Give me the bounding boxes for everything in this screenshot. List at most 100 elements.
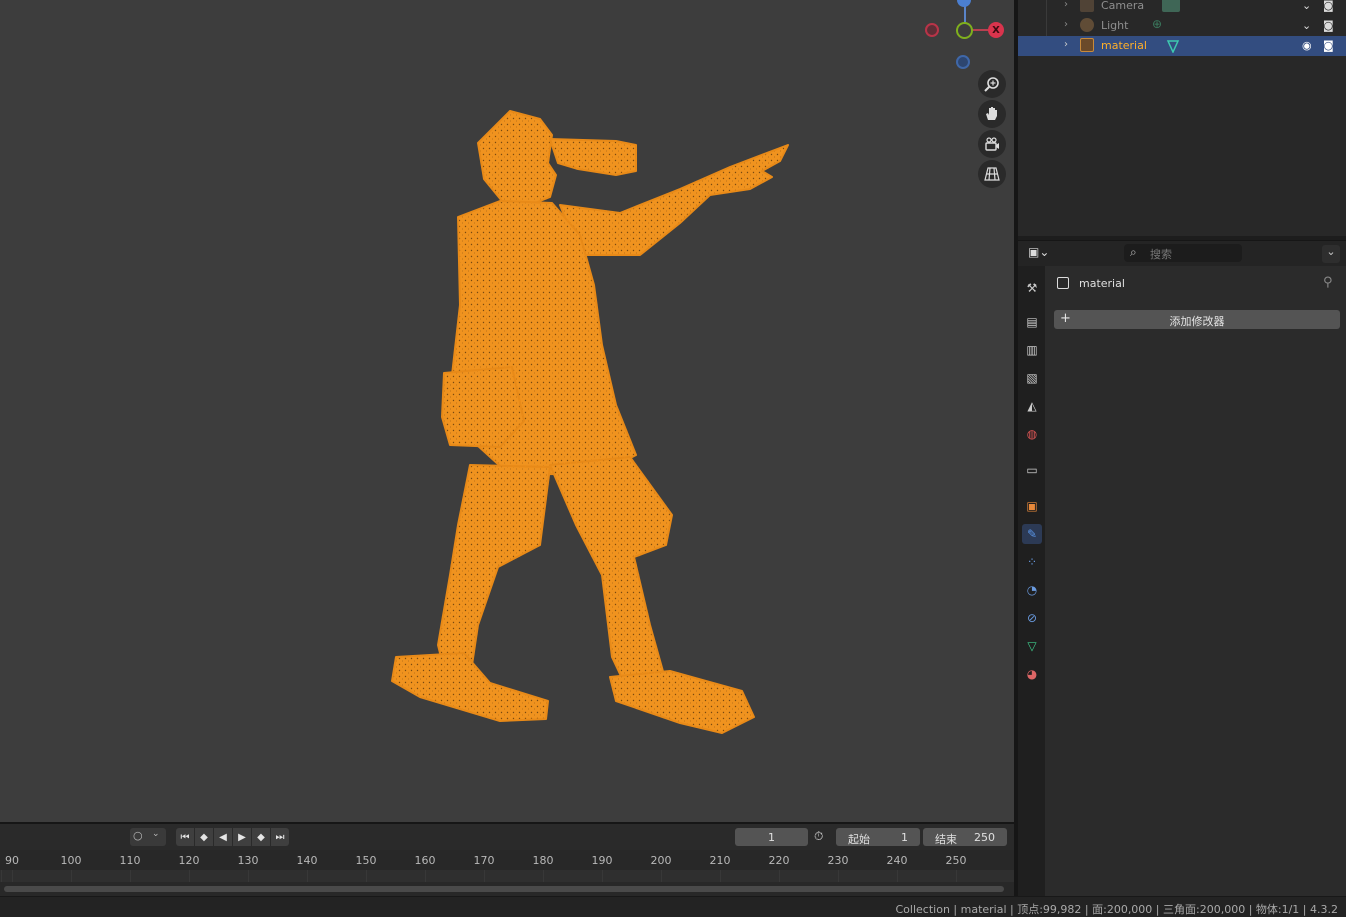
start-frame-field[interactable]: 起始 1 (836, 828, 920, 846)
frame-ruler[interactable]: 90 100 110 120 130 140 150 160 170 180 1… (0, 850, 1014, 870)
mesh-data-icon (1166, 40, 1180, 53)
expand-arrow-icon[interactable]: › (1064, 0, 1068, 10)
frame-tick: 220 (768, 854, 790, 867)
gizmo-z-axis[interactable] (957, 0, 971, 7)
scene-icon[interactable]: ◭ (1022, 396, 1042, 416)
search-icon: ⌕ (1130, 245, 1137, 259)
gizmo-neg-z-axis[interactable] (956, 55, 970, 69)
constraints-icon[interactable]: ⊘ (1022, 608, 1042, 628)
material-icon[interactable]: ◕ (1022, 664, 1042, 684)
jump-start-button[interactable]: ⏮ (176, 828, 194, 846)
status-bar: Collection | material | 顶点:99,982 | 面:20… (0, 896, 1346, 917)
view-layer-icon[interactable]: ▧ (1022, 368, 1042, 388)
start-frame-value: 1 (901, 831, 908, 844)
expand-arrow-icon[interactable]: › (1064, 39, 1068, 50)
zoom-icon (984, 77, 999, 92)
add-modifier-button[interactable]: + 添加修改器 (1054, 310, 1340, 329)
horizontal-scrollbar[interactable] (4, 886, 1004, 892)
frame-tick: 100 (60, 854, 82, 867)
frame-tick: 150 (355, 854, 377, 867)
object-name-label: material (1079, 277, 1125, 290)
pin-icon[interactable]: ⚲ (1323, 275, 1333, 290)
pan-button[interactable] (978, 100, 1006, 128)
ortho-grid-icon (984, 167, 1000, 181)
frame-tick: 160 (414, 854, 436, 867)
camera-view-button[interactable] (978, 130, 1006, 158)
editor-type-button[interactable]: ▣⌄ (1028, 245, 1056, 263)
frame-tick: 250 (945, 854, 967, 867)
ortho-toggle-button[interactable] (978, 160, 1006, 188)
frame-tick: 170 (473, 854, 495, 867)
3d-viewport[interactable]: X (0, 0, 1014, 822)
end-frame-value: 250 (974, 831, 995, 844)
outliner-row-light[interactable]: › Light ⊕ ⌄ ◙ (1018, 16, 1346, 36)
zoom-button[interactable] (978, 70, 1006, 98)
light-data-icon: ⊕ (1152, 17, 1163, 31)
jump-end-button[interactable]: ⏭ (271, 828, 289, 846)
prev-keyframe-button[interactable]: ◆ (195, 828, 213, 846)
start-frame-label: 起始 (848, 833, 870, 846)
end-frame-field[interactable]: 结束 250 (923, 828, 1007, 846)
stopwatch-icon[interactable]: ⏱ (814, 829, 832, 845)
render-camera-icon[interactable]: ◙ (1323, 19, 1334, 32)
frame-tick: 110 (119, 854, 141, 867)
gizmo-x-axis[interactable]: X (988, 22, 1004, 38)
scene-statistics: Collection | material | 顶点:99,982 | 面:20… (895, 903, 1339, 916)
play-reverse-button[interactable]: ◀ (214, 828, 232, 846)
outliner-row-label: material (1101, 39, 1147, 52)
eye-visibility-icon[interactable]: ◉ (1302, 39, 1312, 52)
keying-circle-icon: ○ (133, 829, 143, 842)
soldier-model[interactable] (380, 105, 800, 740)
chevron-down-icon: ⌄ (152, 829, 160, 839)
keyframe-type-dropdown[interactable]: ○ ⌄ (130, 828, 166, 846)
properties-search-input[interactable]: ⌕ 搜索 (1124, 244, 1242, 262)
frame-tick: 120 (178, 854, 200, 867)
next-keyframe-button[interactable]: ◆ (252, 828, 270, 846)
gizmo-neg-x-axis[interactable] (925, 23, 939, 37)
frame-tick: 240 (886, 854, 908, 867)
frame-tick: 130 (237, 854, 259, 867)
render-camera-icon[interactable]: ◙ (1323, 39, 1334, 52)
physics-icon[interactable]: ◔ (1022, 580, 1042, 600)
properties-panel: material ⚲ + 添加修改器 (1045, 266, 1346, 896)
timeline-area[interactable]: 90 100 110 120 130 140 150 160 170 180 1… (0, 850, 1014, 896)
collection-icon[interactable]: ▭ (1022, 460, 1042, 480)
render-icon[interactable]: ▤ (1022, 312, 1042, 332)
outliner[interactable]: › Camera ⌄ ◙ › Light ⊕ ⌄ ◙ › material ◉ … (1018, 0, 1346, 236)
timeline-header: ○ ⌄ ⏮ ◆ ◀ ▶ ◆ ⏭ 1 ⏱ 起始 1 结束 250 (0, 824, 1014, 850)
outliner-row-camera[interactable]: › Camera ⌄ ◙ (1018, 0, 1346, 16)
outliner-row-label: Camera (1101, 0, 1145, 12)
camera-view-icon (985, 137, 999, 151)
properties-header: ▣⌄ ⌕ 搜索 ⌄ (1018, 240, 1346, 267)
frame-tick: 200 (650, 854, 672, 867)
frame-tick: 140 (296, 854, 318, 867)
frame-tick: 210 (709, 854, 731, 867)
particles-icon[interactable]: ⁘ (1022, 552, 1042, 572)
gizmo-y-axis[interactable] (956, 22, 973, 39)
output-icon[interactable]: ▥ (1022, 340, 1042, 360)
render-camera-icon[interactable]: ◙ (1323, 0, 1334, 12)
world-icon[interactable]: ◍ (1022, 424, 1042, 444)
mesh-object-icon (1080, 38, 1094, 52)
outliner-row-material[interactable]: › material ◉ ◙ (1018, 36, 1346, 56)
object-icon[interactable]: ▣ (1022, 496, 1042, 516)
data-icon[interactable]: ▽ (1022, 636, 1042, 656)
tool-icon[interactable]: ⚒ (1022, 278, 1042, 298)
keyframe-track[interactable] (0, 870, 1014, 882)
object-data-icon (1057, 277, 1069, 289)
frame-tick: 180 (532, 854, 554, 867)
play-button[interactable]: ▶ (233, 828, 251, 846)
visibility-chevron-icon[interactable]: ⌄ (1302, 0, 1311, 12)
current-frame-value: 1 (768, 831, 775, 844)
camera-object-icon (1080, 0, 1094, 12)
expand-arrow-icon[interactable]: › (1064, 19, 1068, 30)
options-dropdown-button[interactable]: ⌄ (1322, 245, 1340, 263)
frame-tick: 230 (827, 854, 849, 867)
modifier-icon[interactable]: ✎ (1022, 524, 1042, 544)
current-frame-field[interactable]: 1 (735, 828, 808, 846)
camera-data-icon (1162, 0, 1180, 12)
frame-tick: 190 (591, 854, 613, 867)
navigation-gizmo[interactable]: X (920, 0, 1010, 72)
visibility-chevron-icon[interactable]: ⌄ (1302, 19, 1311, 32)
add-modifier-label: 添加修改器 (1169, 315, 1225, 328)
